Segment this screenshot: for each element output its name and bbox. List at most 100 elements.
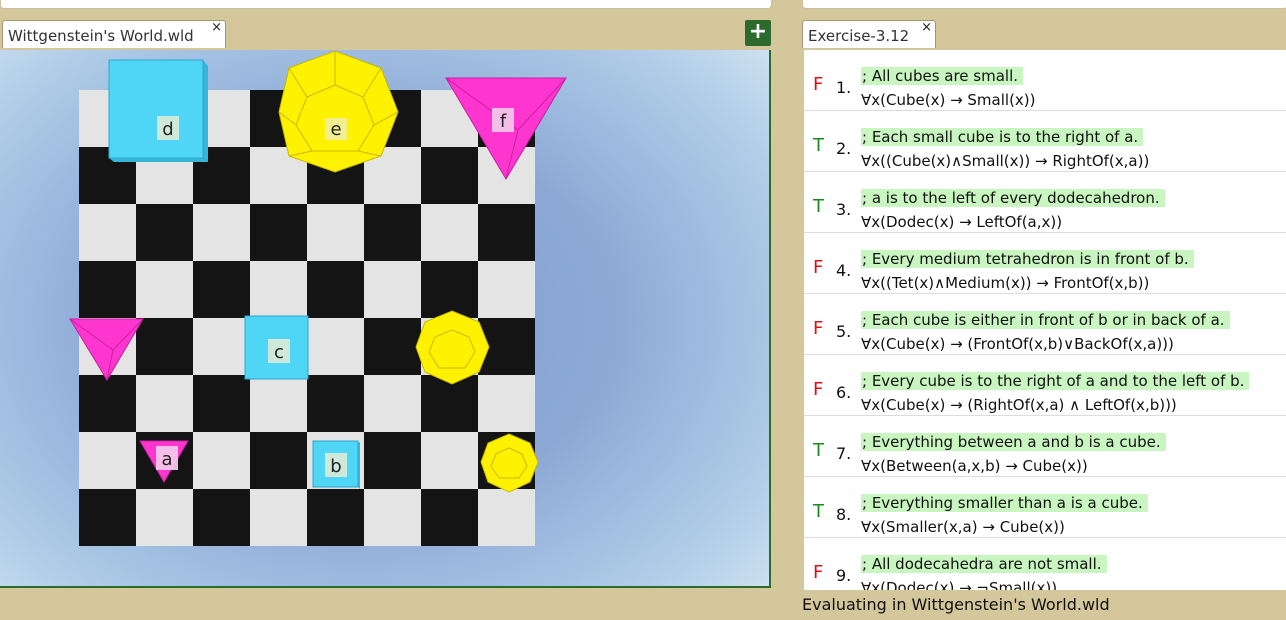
board-square bbox=[79, 432, 136, 489]
board-square bbox=[364, 375, 421, 432]
board-square bbox=[136, 489, 193, 546]
sentence-number: 3. bbox=[836, 200, 852, 219]
sentence-row[interactable]: F 6. ; Every cube is to the right of a and… bbox=[804, 355, 1286, 416]
board-square bbox=[421, 204, 478, 261]
board-square bbox=[364, 489, 421, 546]
board-square bbox=[193, 375, 250, 432]
board-square bbox=[478, 489, 535, 546]
sentence-formula[interactable]: ∀x(Between(a,x,b) → Cube(x)) bbox=[861, 457, 1088, 475]
truth-value: T bbox=[813, 135, 824, 156]
sentence-panel[interactable]: F 1. ; All cubes are small. ∀x(Cube(x) → Sm… bbox=[804, 50, 1286, 590]
sentence-row[interactable]: F 1. ; All cubes are small. ∀x(Cube(x) → Sm… bbox=[804, 50, 1286, 111]
board-square bbox=[478, 204, 535, 261]
board-square bbox=[478, 261, 535, 318]
board-square bbox=[364, 261, 421, 318]
board-square bbox=[193, 204, 250, 261]
sentence-formula[interactable]: ∀x(Dodec(x) → LeftOf(a,x)) bbox=[861, 213, 1062, 231]
sentence-row[interactable]: T 8. ; Everything smaller than a is a cube… bbox=[804, 477, 1286, 538]
truth-value: F bbox=[813, 74, 824, 95]
close-icon[interactable]: × bbox=[921, 14, 932, 42]
board-square bbox=[193, 432, 250, 489]
sentence-comment: ; All cubes are small. bbox=[861, 67, 1024, 85]
sentence-row[interactable]: T 7. ; Everything between a and b is a cub… bbox=[804, 416, 1286, 477]
left-pane-top-edge bbox=[0, 0, 772, 9]
sentence-formula[interactable]: ∀x(Cube(x) → (RightOf(x,a) ∧ LeftOf(x,b)… bbox=[861, 396, 1177, 414]
board-square bbox=[307, 204, 364, 261]
tab-world-label: Wittgenstein's World.wld bbox=[8, 27, 194, 45]
sentence-number: 2. bbox=[836, 139, 852, 158]
sentence-comment: ; Every medium tetrahedron is in front o… bbox=[861, 250, 1194, 268]
board-square bbox=[250, 432, 307, 489]
board-square bbox=[421, 375, 478, 432]
sentence-row[interactable]: F 4. ; Every medium tetrahedron is in fron… bbox=[804, 233, 1286, 294]
sentence-comment: ; Each cube is either in front of b or i… bbox=[861, 311, 1230, 329]
board-square bbox=[136, 318, 193, 375]
board-square bbox=[364, 204, 421, 261]
board-square bbox=[250, 204, 307, 261]
board-square bbox=[79, 204, 136, 261]
truth-value: F bbox=[813, 379, 824, 400]
sentence-number: 7. bbox=[836, 444, 852, 463]
board-square bbox=[79, 375, 136, 432]
sentence-row[interactable]: T 3. ; a is to the left of every dodecahed… bbox=[804, 172, 1286, 233]
board-square bbox=[79, 261, 136, 318]
block-e-label: e bbox=[330, 119, 341, 140]
truth-value: F bbox=[813, 257, 824, 278]
truth-value: T bbox=[813, 440, 824, 461]
sentence-row[interactable]: T 2. ; Each small cube is to the right of … bbox=[804, 111, 1286, 172]
board-square bbox=[250, 375, 307, 432]
block-f-label: f bbox=[500, 111, 507, 132]
block-c-label: c bbox=[274, 342, 284, 363]
sentence-comment: ; a is to the left of every dodecahedron… bbox=[861, 189, 1165, 207]
block-c[interactable]: c bbox=[244, 315, 309, 380]
block-a-label: a bbox=[161, 449, 172, 470]
close-icon[interactable]: × bbox=[211, 14, 222, 42]
board-square bbox=[307, 375, 364, 432]
truth-value: F bbox=[813, 562, 824, 583]
sentence-number: 9. bbox=[836, 566, 852, 585]
board-square bbox=[307, 318, 364, 375]
truth-value: T bbox=[813, 196, 824, 217]
board-square bbox=[364, 318, 421, 375]
board-square bbox=[478, 375, 535, 432]
board-square bbox=[250, 489, 307, 546]
add-tab-button[interactable]: + bbox=[745, 20, 771, 46]
board-square bbox=[421, 489, 478, 546]
block-b-label: b bbox=[330, 456, 341, 477]
board-square bbox=[307, 261, 364, 318]
sentence-formula[interactable]: ∀x(Dodec(x) → ¬Small(x)) bbox=[861, 579, 1057, 590]
tab-exercise-label: Exercise-3.12 bbox=[808, 27, 910, 45]
sentence-formula[interactable]: ∀x((Tet(x)∧Medium(x)) → FrontOf(x,b)) bbox=[861, 274, 1149, 292]
sentence-comment: ; Every cube is to the right of a and to… bbox=[861, 372, 1250, 390]
board-square bbox=[421, 432, 478, 489]
board-square bbox=[193, 318, 250, 375]
sentence-formula[interactable]: ∀x(Cube(x) → (FrontOf(x,b)∨BackOf(x,a))) bbox=[861, 335, 1174, 353]
sentence-comment: ; Each small cube is to the right of a. bbox=[861, 128, 1144, 146]
block-e[interactable]: e bbox=[278, 50, 399, 173]
sentence-formula[interactable]: ∀x(Cube(x) → Small(x)) bbox=[861, 91, 1036, 109]
world-canvas[interactable]: d e f c a b bbox=[0, 50, 771, 588]
board-square bbox=[136, 204, 193, 261]
sentence-comment: ; Everything smaller than a is a cube. bbox=[861, 494, 1148, 512]
board-square bbox=[193, 261, 250, 318]
tab-exercise[interactable]: Exercise-3.12 × bbox=[802, 20, 936, 48]
board-square bbox=[421, 147, 478, 204]
sentence-formula[interactable]: ∀x(Smaller(x,a) → Cube(x)) bbox=[861, 518, 1065, 536]
block-b[interactable]: b bbox=[312, 440, 360, 489]
truth-value: T bbox=[813, 501, 824, 522]
world-view[interactable]: d e f c a b bbox=[0, 50, 771, 588]
status-bar: Evaluating in Wittgenstein's World.wld bbox=[802, 595, 1110, 614]
sentence-number: 6. bbox=[836, 383, 852, 402]
sentence-number: 5. bbox=[836, 322, 852, 341]
sentence-row[interactable]: F 9. ; All dodecahedra are not small. ∀x(Do… bbox=[804, 538, 1286, 590]
tab-world-file[interactable]: Wittgenstein's World.wld × bbox=[2, 20, 226, 48]
sentence-comment: ; Everything between a and b is a cube. bbox=[861, 433, 1166, 451]
board-square bbox=[421, 261, 478, 318]
block-d[interactable]: d bbox=[108, 59, 208, 162]
sentence-formula[interactable]: ∀x((Cube(x)∧Small(x)) → RightOf(x,a)) bbox=[861, 152, 1149, 170]
block-d-label: d bbox=[162, 119, 173, 140]
sentence-row[interactable]: F 5. ; Each cube is either in front of b o… bbox=[804, 294, 1286, 355]
sentence-comment: ; All dodecahedra are not small. bbox=[861, 555, 1107, 573]
board-square bbox=[136, 375, 193, 432]
right-pane-top-edge bbox=[802, 0, 1286, 9]
